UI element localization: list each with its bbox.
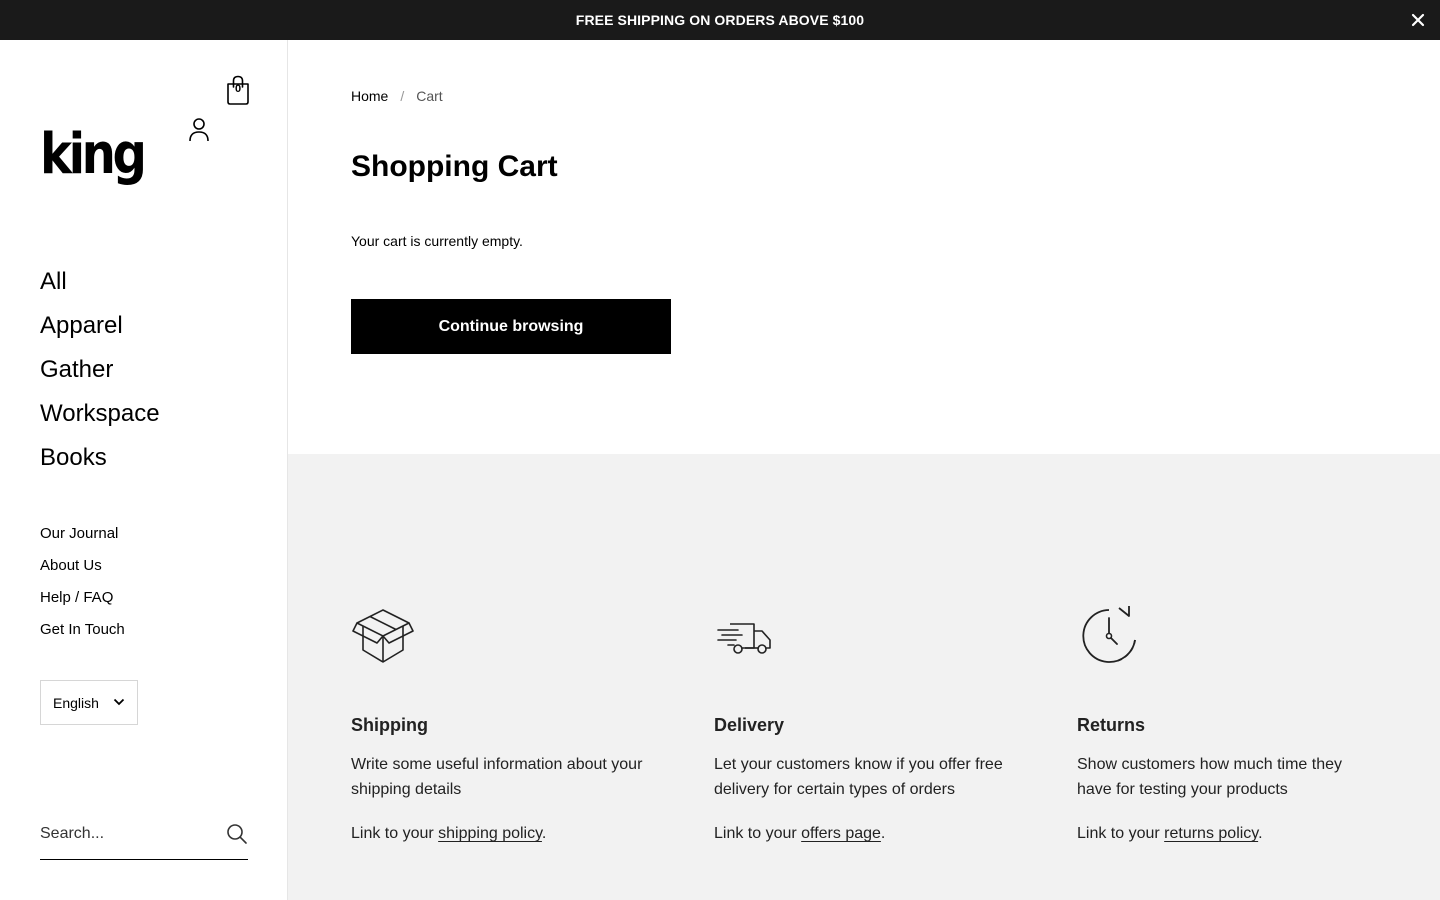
offers-page-link[interactable]: offers page bbox=[801, 825, 881, 842]
feature-title: Shipping bbox=[351, 715, 428, 735]
box-icon bbox=[352, 609, 414, 663]
feature-link-prefix: Link to your bbox=[714, 825, 802, 842]
feature-delivery: Delivery Let your customers know if you … bbox=[714, 604, 1014, 843]
feature-link-line: Link to your shipping policy. bbox=[351, 825, 651, 843]
feature-description: Show customers how much time they have f… bbox=[1077, 756, 1342, 798]
feature-returns: Returns Show customers how much time the… bbox=[1077, 604, 1377, 843]
cart-button[interactable]: 0 bbox=[224, 74, 252, 106]
search-input[interactable] bbox=[40, 815, 220, 853]
cart-count: 0 bbox=[234, 83, 242, 95]
language-selected: English bbox=[53, 694, 99, 711]
feature-link-prefix: Link to your bbox=[1077, 825, 1165, 842]
nav-item-about-us[interactable]: About Us bbox=[40, 550, 125, 582]
feature-link-suffix: . bbox=[880, 825, 886, 842]
nav-item-get-in-touch[interactable]: Get In Touch bbox=[40, 614, 125, 646]
nav-item-all[interactable]: All bbox=[40, 260, 160, 304]
empty-cart-message: Your cart is currently empty. bbox=[351, 233, 523, 249]
feature-link-line: Link to your offers page. bbox=[714, 825, 1014, 843]
close-icon[interactable] bbox=[1408, 10, 1428, 30]
chevron-down-icon bbox=[113, 698, 125, 706]
breadcrumb-home[interactable]: Home bbox=[351, 88, 388, 104]
search-icon[interactable] bbox=[226, 823, 248, 845]
feature-description: Let your customers know if you offer fre… bbox=[714, 756, 1003, 798]
continue-browsing-button[interactable]: Continue browsing bbox=[351, 299, 671, 354]
cart-main: Home / Cart Shopping Cart Your cart is c… bbox=[288, 40, 1440, 454]
nav-item-books[interactable]: Books bbox=[40, 436, 160, 480]
returns-policy-link[interactable]: returns policy bbox=[1164, 825, 1258, 842]
feature-link-suffix: . bbox=[541, 825, 547, 842]
breadcrumb-current: Cart bbox=[416, 88, 443, 104]
features-section: Shipping Write some useful information a… bbox=[288, 454, 1440, 900]
language-select[interactable]: English bbox=[40, 680, 138, 725]
feature-link-prefix: Link to your bbox=[351, 825, 439, 842]
feature-link-line: Link to your returns policy. bbox=[1077, 825, 1377, 843]
nav-item-our-journal[interactable]: Our Journal bbox=[40, 518, 125, 550]
nav-item-gather[interactable]: Gather bbox=[40, 348, 160, 392]
sidebar: 0 king All Apparel Gather Workspace Book… bbox=[0, 40, 288, 900]
feature-description: Write some useful information about your… bbox=[351, 756, 643, 798]
breadcrumb: Home / Cart bbox=[351, 88, 443, 104]
nav-item-workspace[interactable]: Workspace bbox=[40, 392, 160, 436]
announcement-bar: FREE SHIPPING ON ORDERS ABOVE $100 bbox=[0, 0, 1440, 40]
nav-item-apparel[interactable]: Apparel bbox=[40, 304, 160, 348]
truck-icon bbox=[717, 623, 771, 654]
page-title: Shopping Cart bbox=[351, 150, 558, 183]
nav-item-help-faq[interactable]: Help / FAQ bbox=[40, 582, 125, 614]
secondary-nav: Our Journal About Us Help / FAQ Get In T… bbox=[40, 518, 125, 646]
shipping-policy-link[interactable]: shipping policy bbox=[438, 825, 542, 842]
breadcrumb-separator: / bbox=[400, 88, 405, 104]
feature-title: Delivery bbox=[714, 715, 785, 735]
primary-nav: All Apparel Gather Workspace Books bbox=[40, 260, 160, 480]
account-button[interactable] bbox=[187, 117, 211, 143]
user-icon bbox=[189, 118, 209, 142]
feature-link-suffix: . bbox=[1258, 825, 1263, 842]
clock-return-icon bbox=[1082, 606, 1136, 663]
store-logo[interactable]: king bbox=[40, 127, 147, 183]
feature-title: Returns bbox=[1077, 715, 1146, 735]
search-box bbox=[40, 815, 248, 860]
feature-shipping: Shipping Write some useful information a… bbox=[351, 604, 651, 843]
announcement-text: FREE SHIPPING ON ORDERS ABOVE $100 bbox=[575, 12, 865, 28]
